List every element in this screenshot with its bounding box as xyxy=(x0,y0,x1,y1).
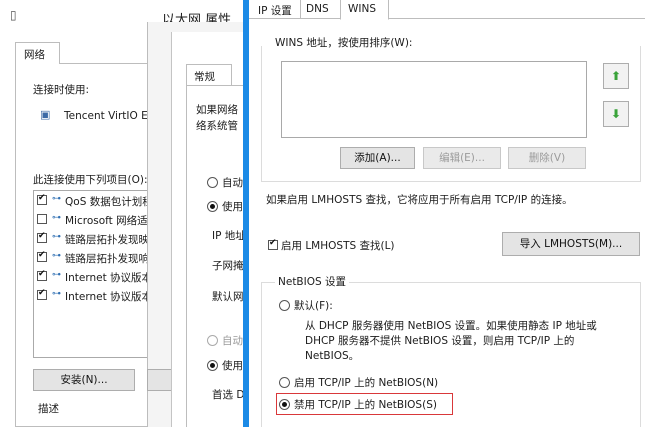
move-up-button[interactable]: ⬆ xyxy=(603,63,629,89)
item-label: 链路层拓扑发现响应 xyxy=(65,253,160,265)
network-component-icon: ⊶ xyxy=(52,251,61,261)
auto-ip-label: 自动 xyxy=(222,177,243,189)
netbios-default-desc-line2: DHCP 服务器不提供 NetBIOS 设置，则启用 TCP/IP 上的 xyxy=(305,335,575,347)
default-gateway-label: 默认网 xyxy=(212,291,244,303)
manual-dns-label: 使用 xyxy=(222,360,243,372)
item-checkbox[interactable] xyxy=(37,231,47,243)
ipv4-window-body: 常规 如果网络 络系统管 自动 使用 IP 地址 子网掩 默认网 自动 使用 首… xyxy=(171,32,246,427)
item-checkbox[interactable] xyxy=(37,269,47,281)
preferred-dns-label: 首选 D xyxy=(212,389,245,401)
description-label: 描述 xyxy=(38,403,59,415)
lmhosts-info-text: 如果启用 LMHOSTS 查找，它将应用于所有启用 TCP/IP 的连接。 xyxy=(266,194,573,206)
general-intro-line2: 络系统管 xyxy=(196,120,238,132)
auto-dns-radio[interactable] xyxy=(207,335,218,346)
item-checkbox[interactable] xyxy=(37,193,47,205)
item-label: Microsoft 网络适配 xyxy=(65,215,159,227)
advanced-tcpip-settings-window: IP 设置 DNS WINS WINS 地址，按使用排序(W): ⬆ ⬇ 添加(… xyxy=(249,0,645,427)
item-checkbox[interactable] xyxy=(37,288,47,300)
tab-network[interactable]: 网络 xyxy=(15,42,60,64)
netbios-default-desc-line3: NetBIOS。 xyxy=(305,350,360,362)
install-button[interactable]: 安装(N)... xyxy=(33,369,135,391)
auto-ip-radio[interactable] xyxy=(207,177,218,188)
edit-wins-button[interactable]: 编辑(E)... xyxy=(423,147,501,169)
ip-address-label: IP 地址 xyxy=(212,230,246,242)
connect-using-label: 连接时使用: xyxy=(33,84,90,96)
general-tab-panel xyxy=(186,85,246,427)
tab-general[interactable]: 常规 xyxy=(186,64,232,86)
auto-dns-label: 自动 xyxy=(222,335,243,347)
enable-lmhosts-checkbox[interactable] xyxy=(268,238,278,250)
network-component-icon: ⊶ xyxy=(52,289,61,299)
import-lmhosts-button[interactable]: 导入 LMHOSTS(M)... xyxy=(502,232,640,256)
netbios-disable-label: 禁用 TCP/IP 上的 NetBIOS(S) xyxy=(294,399,437,411)
netbios-group-label: NetBIOS 设置 xyxy=(275,274,349,289)
subnet-mask-label: 子网掩 xyxy=(212,260,244,272)
netbios-default-label: 默认(F): xyxy=(294,300,333,312)
general-intro-line1: 如果网络 xyxy=(196,104,238,116)
items-label: 此连接使用下列项目(O): xyxy=(33,174,148,186)
arrow-up-icon: ⬆ xyxy=(610,69,622,83)
netbios-disable-radio[interactable] xyxy=(279,399,290,410)
netbios-enable-label: 启用 TCP/IP 上的 NetBIOS(N) xyxy=(294,377,439,389)
manual-ip-label: 使用 xyxy=(222,201,243,213)
tab-ip-settings[interactable]: IP 设置 xyxy=(254,0,301,19)
item-label: 链路层拓扑发现映射 xyxy=(65,234,160,246)
network-component-icon: ⊶ xyxy=(52,213,61,223)
network-adapter-icon: ▣ xyxy=(40,108,51,121)
add-wins-button[interactable]: 添加(A)... xyxy=(340,147,415,169)
item-checkbox[interactable] xyxy=(37,250,47,262)
wins-address-label: WINS 地址，按使用排序(W): xyxy=(275,35,416,50)
window-icon: ▯ xyxy=(10,8,17,22)
manual-ip-radio[interactable] xyxy=(207,201,218,212)
netbios-enable-radio[interactable] xyxy=(279,377,290,388)
network-component-icon: ⊶ xyxy=(52,232,61,242)
tab-dns[interactable]: DNS xyxy=(301,0,339,19)
arrow-down-icon: ⬇ xyxy=(610,107,622,121)
netbios-default-desc-line1: 从 DHCP 服务器使用 NetBIOS 设置。如果使用静态 IP 地址或 xyxy=(305,320,597,332)
wins-address-list[interactable] xyxy=(281,61,587,138)
item-checkbox[interactable] xyxy=(37,214,47,224)
move-down-button[interactable]: ⬇ xyxy=(603,101,629,127)
tab-wins[interactable]: WINS xyxy=(340,0,389,20)
network-component-icon: ⊶ xyxy=(52,270,61,280)
netbios-default-radio[interactable] xyxy=(279,300,290,311)
delete-wins-button[interactable]: 删除(V) xyxy=(508,147,586,169)
network-component-icon: ⊶ xyxy=(52,194,61,204)
manual-dns-radio[interactable] xyxy=(207,360,218,371)
enable-lmhosts-label: 启用 LMHOSTS 查找(L) xyxy=(281,240,395,252)
